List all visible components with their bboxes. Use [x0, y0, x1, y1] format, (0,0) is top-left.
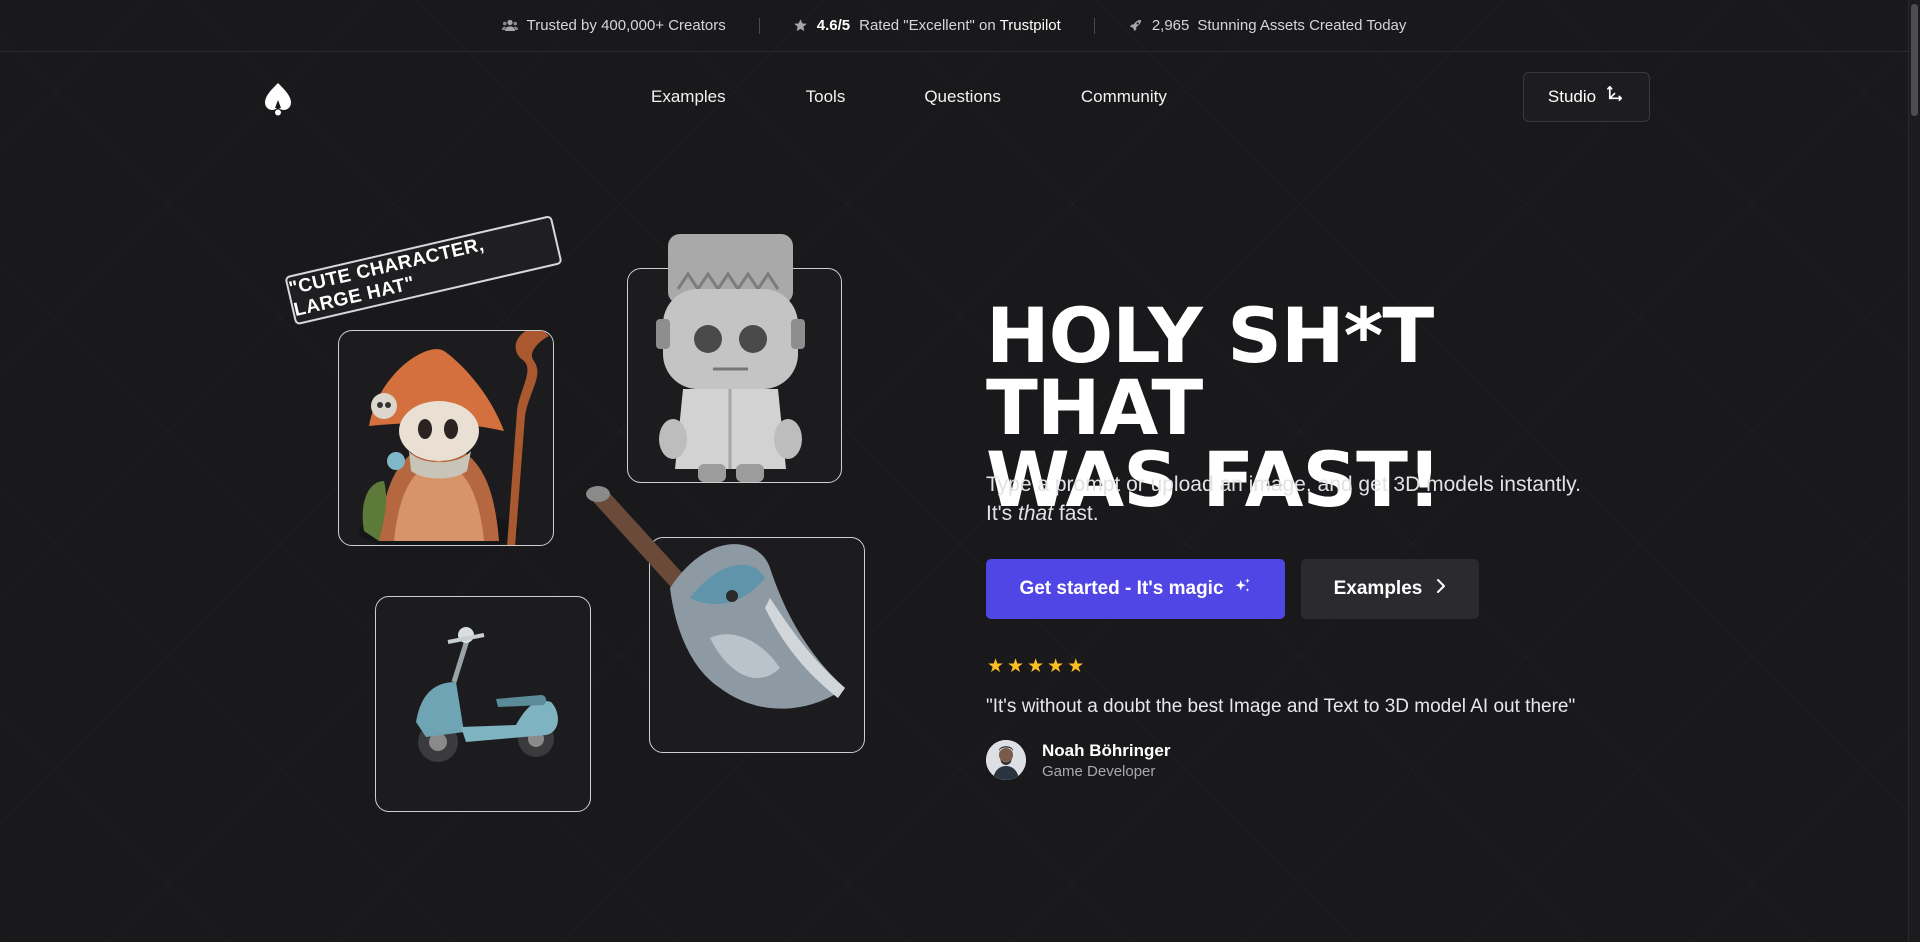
prompt-tag: "CUTE CHARACTER, LARGE HAT": [284, 215, 563, 326]
rating-value: 4.6/5: [816, 17, 851, 34]
nav-questions[interactable]: Questions: [924, 87, 1001, 107]
author-avatar-image: [986, 740, 1026, 780]
subtitle-pre: It's: [986, 502, 1019, 525]
nav-community[interactable]: Community: [1081, 87, 1167, 107]
page-scrollbar[interactable]: [1908, 0, 1920, 942]
rating-stars: ★ ★ ★ ★ ★: [987, 657, 1084, 677]
users-icon: [501, 19, 518, 32]
assets-text: Stunning Assets Created Today: [1197, 17, 1407, 34]
examples-button[interactable]: Examples: [1301, 559, 1479, 619]
logo-icon: [265, 83, 291, 116]
rocket-icon: [1128, 18, 1143, 33]
chevron-right-icon: [1436, 578, 1446, 600]
trusted-text: Trusted by 400,000+ Creators: [526, 17, 726, 34]
rating-text: Rated "Excellent" on: [859, 17, 996, 34]
subtitle-line-1: Type a prompt or upload an image, and ge…: [986, 473, 1581, 496]
trusted-stat: Trusted by 400,000+ Creators: [501, 17, 726, 34]
author-role: Game Developer: [1042, 763, 1156, 780]
wizard-model-image: [359, 331, 549, 545]
star-icon: ★: [1007, 656, 1025, 677]
rating-stat: 4.6/5 Rated "Excellent" on Trustpilot: [793, 17, 1061, 34]
trustpilot-link[interactable]: Trustpilot: [1000, 17, 1061, 34]
star-icon: ★: [987, 656, 1005, 677]
divider: [758, 17, 760, 34]
nav-tools[interactable]: Tools: [806, 87, 846, 107]
testimonial-quote: "It's without a doubt the best Image and…: [986, 696, 1576, 717]
divider: [1093, 17, 1095, 34]
subtitle-line-2: It's that fast.: [986, 499, 1646, 528]
showcase-card-scooter: [375, 596, 591, 812]
assets-stat: 2,965 Stunning Assets Created Today: [1128, 17, 1407, 34]
star-icon: ★: [1067, 656, 1085, 677]
scrollbar-thumb[interactable]: [1911, 4, 1918, 116]
hero-subtitle: Type a prompt or upload an image, and ge…: [986, 470, 1646, 528]
avatar: [986, 740, 1026, 780]
axe-model-image: [586, 486, 845, 709]
get-started-button[interactable]: Get started - It's magic: [986, 559, 1285, 619]
nav-links: Examples Tools Questions Community: [651, 87, 1167, 107]
studio-button[interactable]: Studio: [1523, 72, 1650, 122]
sparkles-icon: [1234, 577, 1252, 601]
showcase-card-frankenstein: [627, 234, 842, 483]
assets-count: 2,965: [1151, 17, 1190, 34]
author-name: Noah Böhringer: [1042, 741, 1171, 760]
studio-label: Studio: [1547, 87, 1597, 106]
nav-examples[interactable]: Examples: [651, 87, 726, 107]
headline-line-1: HOLY SH*T THAT: [986, 291, 1434, 452]
logo[interactable]: [262, 82, 294, 116]
star-icon: [793, 18, 808, 33]
star-icon: ★: [1027, 656, 1045, 677]
main-nav: Examples Tools Questions Community Studi…: [0, 52, 1908, 142]
get-started-label: Get started - It's magic: [1019, 578, 1224, 599]
frankenstein-model-image: [656, 234, 805, 482]
showcase-card-axe: [586, 486, 865, 753]
subtitle-post: fast.: [1053, 502, 1099, 525]
showcase-card-wizard: [338, 330, 554, 546]
subtitle-emphasis: that: [1018, 502, 1054, 525]
scooter-model-image: [416, 627, 558, 762]
axis-3d-icon: [1606, 85, 1625, 109]
announcement-bar: Trusted by 400,000+ Creators 4.6/5 Rated…: [0, 0, 1908, 52]
star-icon: ★: [1047, 656, 1065, 677]
examples-label: Examples: [1333, 578, 1423, 599]
